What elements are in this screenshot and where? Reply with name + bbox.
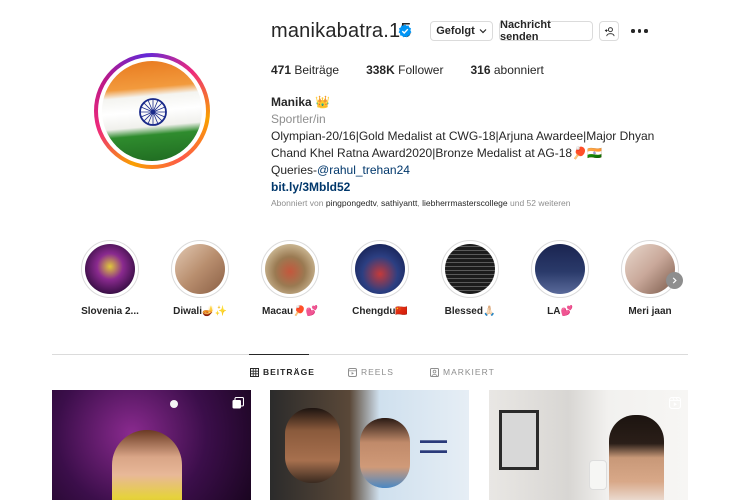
profile-avatar-ring[interactable]	[94, 53, 210, 169]
post-image	[112, 430, 182, 500]
followers-label: Follower	[398, 63, 444, 77]
tagged-icon	[430, 367, 439, 377]
posts-stat: 471 Beiträge	[271, 63, 339, 77]
grid-icon	[250, 367, 259, 377]
highlight-label: LA💕	[547, 306, 573, 317]
tab-posts-label: BEITRÄGE	[263, 367, 315, 377]
avatar-frame	[98, 57, 206, 165]
highlight-cover	[445, 244, 495, 294]
chevron-right-icon	[672, 277, 677, 284]
send-message-button[interactable]: Nachricht senden	[499, 19, 593, 43]
post-thumbnail[interactable]	[52, 390, 251, 500]
tab-tagged[interactable]: MARKIERT	[430, 367, 495, 377]
following-label: Gefolgt	[436, 25, 475, 37]
highlight-cover	[265, 244, 315, 294]
highlight-label: Slovenia 2...	[81, 306, 139, 317]
bio-text: Olympian-20/16|Gold Medalist at CWG-18|A…	[271, 129, 655, 160]
highlight-ring	[351, 240, 409, 298]
highlight-ring	[171, 240, 229, 298]
following-button[interactable]: Gefolgt	[430, 21, 493, 41]
post-image	[609, 415, 664, 500]
highlight-label: Blessed🙏🏻	[444, 306, 496, 317]
profile-display-name: Manika 👑	[271, 95, 330, 109]
followed-by-suffix: und 52 weiteren	[510, 198, 571, 208]
highlights-next-button[interactable]	[666, 272, 683, 289]
post-image	[285, 408, 340, 483]
dot-icon	[631, 29, 635, 33]
more-options-button[interactable]	[631, 26, 651, 36]
followed-by-user: liebherrmasterscollege	[422, 198, 508, 208]
posts-label: Beiträge	[294, 63, 340, 77]
tab-reels[interactable]: REELS	[348, 367, 394, 377]
profile-username: manikabatra.15	[271, 20, 412, 42]
followed-by-user: pingpongedtv	[325, 198, 377, 208]
story-highlight[interactable]: Chengdu🇨🇳	[350, 240, 410, 317]
followed-by-prefix: Abonniert von	[271, 198, 324, 208]
story-highlight[interactable]: Slovenia 2...	[80, 240, 140, 317]
post-image: ▬▬▬ ▬▬▬	[420, 435, 447, 455]
highlight-cover	[175, 244, 225, 294]
highlight-label: Meri jaan	[628, 306, 672, 317]
story-highlight[interactable]: Blessed🙏🏻	[440, 240, 500, 317]
followers-count: 338K	[366, 63, 395, 77]
add-person-icon	[604, 26, 615, 36]
highlight-ring	[441, 240, 499, 298]
followed-by[interactable]: Abonniert von pingpongedtv, sathiyantt, …	[271, 198, 571, 208]
send-message-label: Nachricht senden	[500, 19, 551, 43]
story-highlight[interactable]: Diwali🪔✨	[170, 240, 230, 317]
followed-by-user: sathiyantt	[380, 198, 418, 208]
post-image	[589, 460, 607, 490]
tab-reels-label: REELS	[361, 367, 394, 377]
followers-stat[interactable]: 338K Follower	[366, 63, 443, 77]
highlight-label: Macau🏓💕	[261, 306, 319, 317]
suggested-accounts-button[interactable]	[599, 21, 619, 41]
active-tab-indicator	[249, 354, 309, 355]
post-image	[360, 418, 410, 488]
reels-icon	[348, 367, 357, 377]
post-thumbnail[interactable]: ▬▬▬ ▬▬▬	[270, 390, 469, 500]
bio-queries: Queries-@rahul_trehan24	[271, 162, 691, 179]
post-thumbnail[interactable]	[489, 390, 688, 500]
highlight-cover	[535, 244, 585, 294]
tab-posts[interactable]: BEITRÄGE	[250, 367, 315, 377]
highlight-ring	[621, 240, 679, 298]
story-highlight[interactable]: Macau🏓💕	[260, 240, 320, 317]
following-count: 316	[470, 63, 491, 77]
highlight-cover	[355, 244, 405, 294]
profile-stats: 471 Beiträge 338K Follower 316 abonniert	[271, 63, 544, 77]
highlight-label: Diwali🪔✨	[173, 306, 227, 317]
profile-category: Sportler/in	[271, 112, 326, 126]
carousel-icon	[232, 397, 244, 409]
dot-icon	[637, 29, 641, 33]
profile-avatar[interactable]	[102, 61, 202, 161]
queries-prefix: Queries-	[271, 163, 318, 177]
following-stat-label: abonniert	[493, 63, 544, 77]
story-highlight[interactable]: LA💕	[530, 240, 590, 317]
post-image	[499, 410, 539, 470]
dot-icon	[644, 29, 648, 33]
highlight-label: Chengdu🇨🇳	[352, 306, 408, 317]
queries-mention-link[interactable]: @rahul_trehan24	[317, 163, 410, 177]
highlight-cover	[85, 244, 135, 294]
tab-tagged-label: MARKIERT	[443, 367, 495, 377]
highlight-ring	[531, 240, 589, 298]
chevron-down-icon	[479, 29, 487, 34]
highlight-ring	[261, 240, 319, 298]
bio-external-link[interactable]: bit.ly/3Mbld52	[271, 179, 691, 196]
ashoka-chakra-icon	[139, 98, 167, 126]
highlight-ring	[81, 240, 139, 298]
tabs-divider	[52, 354, 688, 355]
profile-bio: Manika 👑 Sportler/in Olympian-20/16|Gold…	[271, 94, 691, 196]
post-image	[170, 400, 178, 408]
reel-icon	[669, 397, 681, 409]
verified-badge-icon	[398, 24, 412, 38]
following-stat[interactable]: 316 abonniert	[470, 63, 543, 77]
posts-count: 471	[271, 63, 292, 77]
